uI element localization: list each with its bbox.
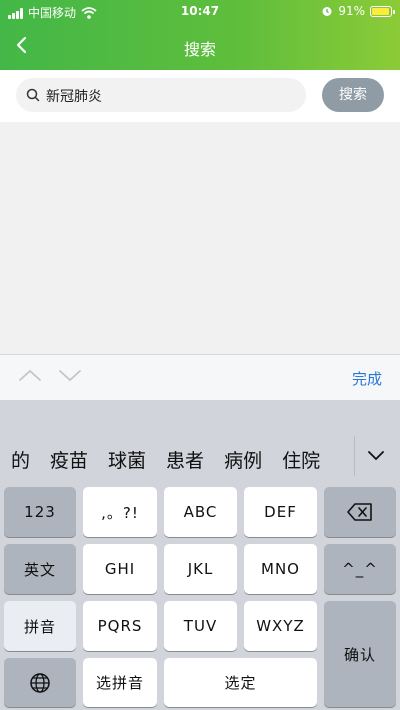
search-bar: 新冠肺炎 搜索 [0,70,400,122]
search-icon [26,88,40,102]
chevron-down-icon[interactable] [366,448,386,462]
keyboard: 的疫苗 球菌 患者 病例 住院 123 ,。?! ABC DEF 英文 GHI JKL … [0,400,400,710]
key-abc[interactable]: ABC [164,487,237,537]
app-header: 中国移动 10:47 91% 搜索 [0,0,400,70]
search-input-value: 新冠肺炎 [46,89,102,105]
key-tuv[interactable]: TUV [164,601,237,651]
keyboard-accessory-bar: 完成 [0,354,400,401]
key-mno[interactable]: MNO [244,544,317,594]
key-ghi[interactable]: GHI [83,544,157,594]
nav-bar: 搜索 [0,24,400,68]
battery-icon [370,5,395,17]
key-def[interactable]: DEF [244,487,317,537]
candidate-word[interactable]: 的 [11,446,30,476]
chevron-up-icon[interactable] [18,367,42,383]
key-jkl[interactable]: JKL [164,544,237,594]
candidate-word[interactable]: 疫苗 [50,446,88,476]
chevron-down-icon[interactable] [58,367,82,383]
key-globe[interactable] [4,658,76,707]
candidate-word[interactable]: 病例 [224,446,262,476]
candidate-word[interactable]: 住院 [282,446,320,476]
key-backspace[interactable] [324,487,396,537]
key-wxyz[interactable]: WXYZ [244,601,317,651]
globe-icon [30,672,50,693]
key-english[interactable]: 英文 [4,544,76,594]
page-title: 搜索 [183,40,216,59]
candidate-word[interactable]: 球菌 [108,446,146,476]
key-confirm[interactable]: 确认 [324,601,396,707]
key-123[interactable]: 123 [4,487,76,537]
key-pqrs[interactable]: PQRS [83,601,157,651]
status-right: 91% [321,4,395,18]
status-bar: 中国移动 10:47 91% [0,0,400,24]
key-emoticon[interactable]: ^_^ [324,544,396,594]
done-button[interactable]: 完成 [352,368,382,389]
results-area [0,122,400,354]
backspace-icon [347,503,372,521]
alarm-icon [322,7,332,16]
candidate-bar: 的疫苗 球菌 患者 病例 住院 [0,400,400,480]
key-select-pinyin[interactable]: 选拼音 [83,658,157,707]
search-button[interactable]: 搜索 [322,78,384,112]
key-punctuation[interactable]: ,。?! [83,487,157,537]
candidate-divider [354,436,355,476]
key-select[interactable]: 选定 [164,658,317,707]
search-input[interactable]: 新冠肺炎 [16,78,306,112]
key-pinyin[interactable]: 拼音 [4,601,76,651]
battery-label: 91% [338,4,365,18]
candidate-word[interactable]: 患者 [166,446,204,476]
candidate-strip: 的疫苗 球菌 患者 病例 住院 [0,446,354,476]
